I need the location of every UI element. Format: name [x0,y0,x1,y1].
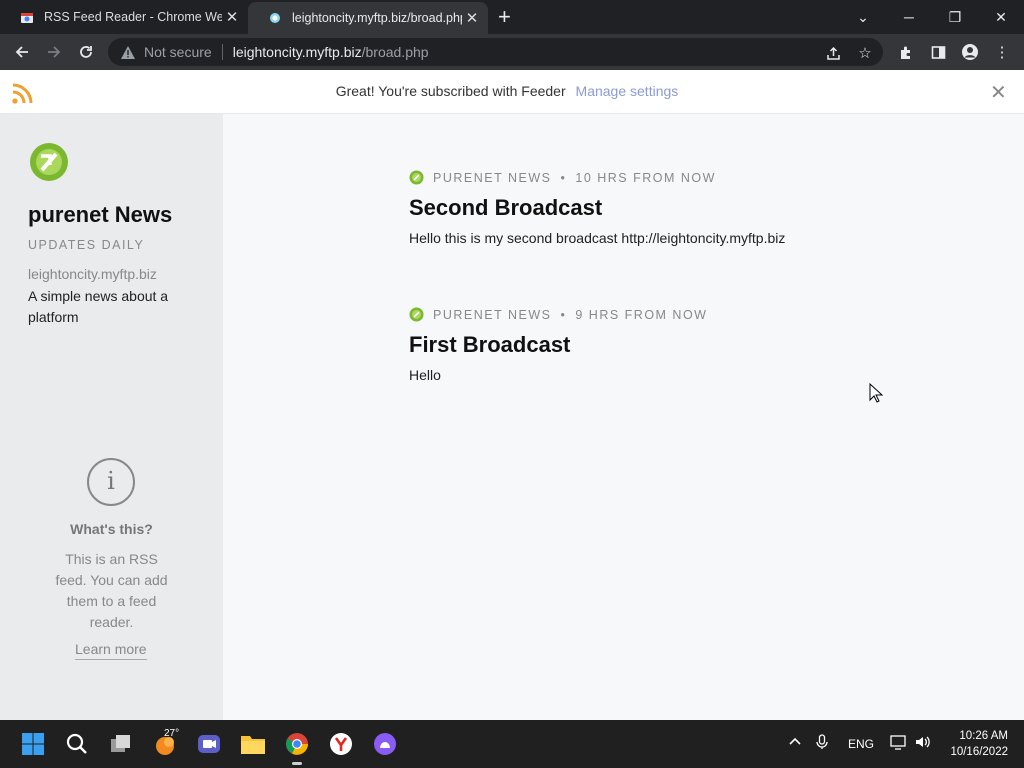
feed-description: A simple news about a platform [28,288,169,325]
address-bar[interactable]: Not secure leightoncity.myftp.biz/broad.… [108,38,883,66]
extensions-puzzle-icon[interactable] [896,42,916,62]
feed-item-meta: PURENET NEWS • 9 HRS FROM NOW [409,307,707,322]
feed-item: PURENET NEWS • 10 HRS FROM NOW Second Br… [409,170,785,246]
globe-icon [270,13,280,23]
whats-this-text: This is an RSS feed. You can add them to… [55,551,168,630]
arrow-left-icon [15,46,28,58]
search-icon[interactable] [63,730,91,758]
tab-title: RSS Feed Reader - Chrome Web [44,10,222,24]
close-tab-icon[interactable]: ✕ [222,8,242,26]
microphone-icon[interactable] [816,734,828,753]
reload-icon [80,46,92,58]
feed-item-title[interactable]: Second Broadcast [409,195,785,221]
reload-button[interactable] [74,40,98,64]
side-panel-icon[interactable] [928,42,948,62]
forward-button[interactable] [42,40,66,64]
chevron-up-icon[interactable] [788,734,802,751]
browser-toolbar: Not secure leightoncity.myftp.biz/broad.… [0,34,1024,70]
file-explorer-icon[interactable] [239,730,267,758]
volume-icon[interactable] [914,734,932,753]
close-window-button[interactable]: ✕ [978,0,1024,34]
close-tab-icon[interactable]: ✕ [462,9,482,27]
separator-dot: • [560,307,567,322]
windows-start-icon[interactable] [19,730,47,758]
feed-item: PURENET NEWS • 9 HRS FROM NOW First Broa… [409,307,707,383]
profile-icon[interactable] [960,42,980,62]
feed-host: leightoncity.myftp.biz [28,266,157,282]
menu-kebab-icon[interactable]: ⋮ [992,42,1012,62]
clock-date[interactable]: 10/16/2022 [940,746,1008,758]
url-path: /broad.php [361,44,429,60]
tab-broad-php[interactable]: leightoncity.myftp.biz/broad.php ✕ [248,2,488,34]
learn-more-link[interactable]: Learn more [75,641,147,660]
yandex-browser-icon[interactable] [327,730,355,758]
tab-rss-feed-reader[interactable]: RSS Feed Reader - Chrome Web ✕ [0,0,248,34]
meet-video-icon[interactable] [195,730,223,758]
feed-item-title[interactable]: First Broadcast [409,332,707,358]
feeder-subscription-banner: Great! You're subscribed with Feeder Man… [0,70,1024,114]
windows-taskbar: 27° ENG 10:26 AM 10/16/2022 [0,720,1024,768]
info-icon: i [87,458,135,506]
feed-item-time: 10 HRS FROM NOW [575,170,716,185]
separator-dot: • [560,170,567,185]
manage-settings-link[interactable]: Manage settings [576,83,679,99]
feed-item-time: 9 HRS FROM NOW [575,307,708,322]
back-button[interactable] [10,40,34,64]
arrow-right-icon [48,46,61,58]
tab-strip: RSS Feed Reader - Chrome Web ✕ leightonc… [0,0,1024,34]
banner-message-row: Great! You're subscribed with Feeder Man… [0,83,1014,99]
alice-assistant-icon[interactable] [371,730,399,758]
feed-item-source: PURENET NEWS [433,170,552,185]
close-banner-icon[interactable]: ✕ [990,80,1007,105]
url-host: leightoncity.myftp.biz [232,44,362,60]
clock-time[interactable]: 10:26 AM [952,730,1008,742]
tab-title: leightoncity.myftp.biz/broad.php [292,11,462,25]
feed-item-body: Hello this is my second broadcast http:/… [409,230,786,246]
banner-message: Great! You're subscribed with Feeder [335,83,566,99]
tab-search-icon[interactable]: ⌄ [840,0,886,34]
chrome-web-store-icon [21,13,33,23]
security-label[interactable]: Not secure [144,44,212,60]
bookmark-star-icon[interactable]: ☆ [856,44,874,62]
feed-item-meta: PURENET NEWS • 10 HRS FROM NOW [409,170,785,185]
feed-item-body: Hello [409,367,441,383]
chrome-icon[interactable] [283,730,311,765]
whats-this-heading: What's this? [70,521,153,537]
task-view-icon[interactable] [107,730,135,758]
feed-item-source: PURENET NEWS [433,307,552,322]
divider [221,44,223,60]
language-indicator[interactable]: ENG [848,737,874,751]
purenet-small-icon [409,307,424,322]
mouse-cursor-icon [869,383,883,403]
network-icon[interactable] [890,734,908,753]
purenet-small-icon [409,170,424,185]
minimize-button[interactable]: ─ [886,0,932,34]
warning-icon[interactable] [120,44,136,60]
feed-info-sidebar: purenet News UPDATES DAILY leightoncity.… [0,114,223,720]
weather-temperature: 27° [164,728,180,739]
restore-button[interactable]: ❐ [932,0,978,34]
update-frequency: UPDATES DAILY [28,238,145,252]
new-tab-button[interactable]: + [498,5,511,29]
feed-title: purenet News [28,202,173,227]
share-icon[interactable] [824,44,842,62]
purenet-logo-icon [30,143,68,181]
